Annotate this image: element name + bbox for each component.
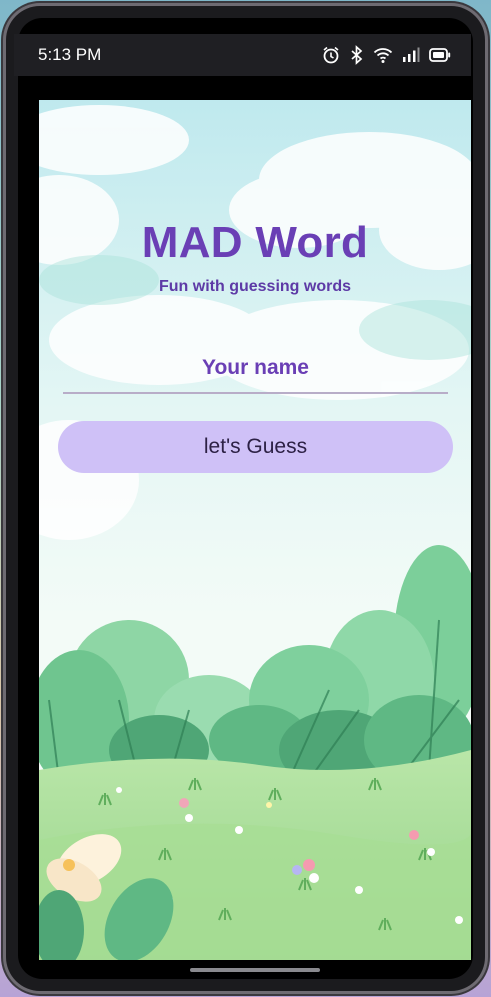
wifi-icon — [373, 46, 393, 64]
name-input[interactable] — [63, 344, 448, 394]
app-screen: MAD Word Fun with guessing words let's G… — [39, 100, 471, 960]
status-bar: 5:13 PM — [14, 34, 471, 76]
lets-guess-button[interactable]: let's Guess — [58, 421, 453, 473]
battery-icon — [429, 48, 451, 62]
bluetooth-icon — [350, 45, 364, 65]
app-title: MAD Word — [141, 218, 369, 267]
home-indicator[interactable] — [190, 968, 320, 972]
status-time: 5:13 PM — [38, 45, 102, 64]
signal-icon — [402, 47, 420, 63]
alarm-icon — [321, 45, 341, 65]
status-icons — [321, 45, 451, 65]
app-subtitle: Fun with guessing words — [159, 278, 351, 295]
